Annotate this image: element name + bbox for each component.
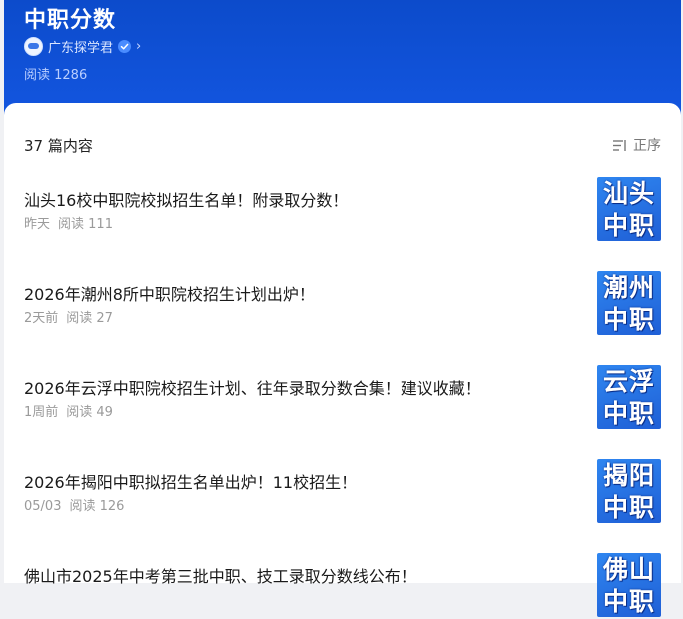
article-time: 05/03 xyxy=(24,499,62,514)
article-reads: 阅读 27 xyxy=(66,311,113,326)
article-reads: 阅读 111 xyxy=(58,217,113,232)
article-count: 37 篇内容 xyxy=(24,136,93,155)
list-item[interactable]: 2026年云浮中职院校招生计划、往年录取分数合集！建议收藏！ 1周前 阅读 49 … xyxy=(24,365,664,431)
article-thumbnail[interactable]: 汕头 中职 xyxy=(597,177,661,241)
author-name[interactable]: 广东探学君 xyxy=(48,37,113,56)
list-item[interactable]: 佛山市2025年中考第三批中职、技工录取分数线公布！ 佛山 中职 xyxy=(24,553,664,619)
article-reads: 阅读 126 xyxy=(69,499,125,514)
thumbnail-text: 中职 xyxy=(602,304,655,334)
article-title[interactable]: 汕头16校中职院校拟招生名单！附录取分数！ xyxy=(24,187,348,211)
article-time: 1周前 xyxy=(24,405,59,420)
chevron-right-icon[interactable]: › xyxy=(136,40,141,53)
list-header: 37 篇内容 正序 xyxy=(24,135,661,155)
sort-label[interactable]: 正序 xyxy=(633,135,661,155)
article-collection-header: 中职分数 广东探学君 › 阅读 1286 xyxy=(4,0,681,118)
thumbnail-text: 佛山 xyxy=(602,554,655,584)
article-meta: 05/03 阅读 126 xyxy=(24,495,124,514)
author-link[interactable]: 广东探学君 › xyxy=(24,36,141,56)
sort-button[interactable]: 正序 xyxy=(612,135,661,155)
article-time: 昨天 xyxy=(24,217,51,232)
article-reads: 阅读 49 xyxy=(66,405,113,420)
read-count: 阅读 1286 xyxy=(24,68,88,83)
article-title[interactable]: 2026年云浮中职院校招生计划、往年录取分数合集！建议收藏！ xyxy=(24,375,481,399)
thumbnail-text: 中职 xyxy=(602,586,655,616)
sort-icon xyxy=(613,139,626,151)
thumbnail-text: 揭阳 xyxy=(602,460,655,490)
thumbnail-text: 汕头 xyxy=(602,178,655,208)
article-thumbnail[interactable]: 云浮 中职 xyxy=(597,365,661,429)
article-title[interactable]: 2026年揭阳中职拟招生名单出炉！11校招生！ xyxy=(24,469,357,493)
article-thumbnail[interactable]: 潮州 中职 xyxy=(597,271,661,335)
article-list-card: 37 篇内容 正序 汕头16校中职院校拟招生名单！附录取分数！ 昨天 阅读 111… xyxy=(4,103,681,617)
article-thumbnail[interactable]: 佛山 中职 xyxy=(597,553,661,617)
article-title[interactable]: 佛山市2025年中考第三批中职、技工录取分数线公布！ xyxy=(24,563,417,587)
article-title[interactable]: 2026年潮州8所中职院校招生计划出炉！ xyxy=(24,281,315,305)
thumbnail-text: 中职 xyxy=(602,492,655,522)
list-item[interactable]: 2026年潮州8所中职院校招生计划出炉！ 2天前 阅读 27 潮州 中职 xyxy=(24,271,664,337)
verified-icon xyxy=(118,39,132,53)
article-meta: 昨天 阅读 111 xyxy=(24,213,113,232)
article-thumbnail[interactable]: 揭阳 中职 xyxy=(597,459,661,523)
thumbnail-text: 中职 xyxy=(602,398,655,428)
thumbnail-text: 潮州 xyxy=(602,272,655,302)
list-item[interactable]: 2026年揭阳中职拟招生名单出炉！11校招生！ 05/03 阅读 126 揭阳 中… xyxy=(24,459,664,525)
thumbnail-text: 云浮 xyxy=(602,366,655,396)
article-meta xyxy=(24,589,32,604)
avatar[interactable] xyxy=(24,36,43,56)
article-time: 2天前 xyxy=(24,311,59,326)
thumbnail-text: 中职 xyxy=(602,210,655,240)
article-meta: 1周前 阅读 49 xyxy=(24,401,113,420)
page-title: 中职分数 xyxy=(24,8,117,33)
list-item[interactable]: 汕头16校中职院校拟招生名单！附录取分数！ 昨天 阅读 111 汕头 中职 xyxy=(24,177,664,243)
article-meta: 2天前 阅读 27 xyxy=(24,307,113,326)
